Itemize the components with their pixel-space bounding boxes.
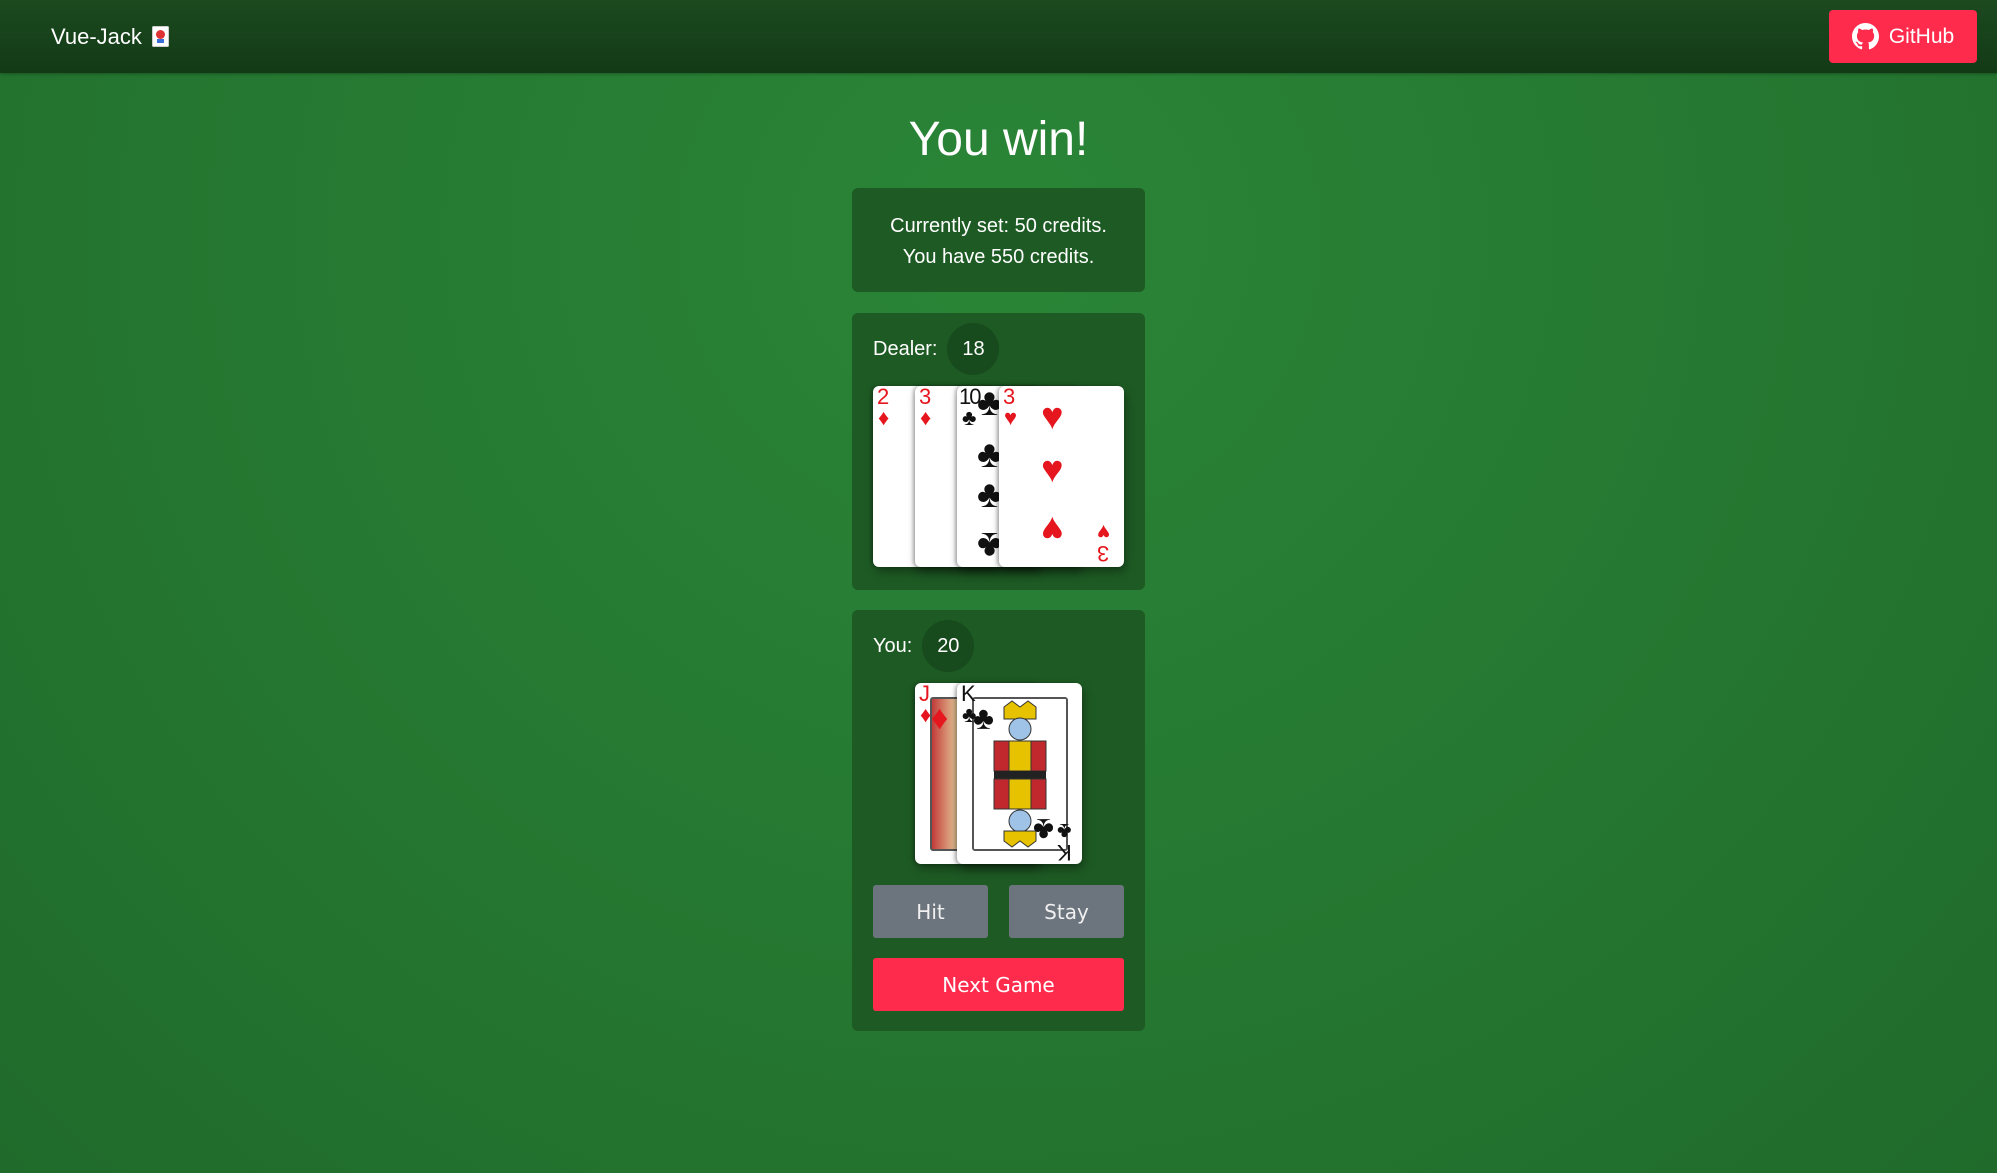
navbar: Vue-Jack GitHub bbox=[0, 0, 1997, 73]
card-rank: 3 bbox=[1097, 541, 1110, 566]
diamond-pip: ♦ bbox=[931, 699, 949, 737]
next-game-button[interactable]: Next Game bbox=[873, 958, 1124, 1011]
player-panel: You: 20 J ♦ ♦ K ♣ ♣ ♣ ♣ K Hit Stay Next … bbox=[852, 610, 1145, 1031]
heart-icon: ♥ bbox=[1097, 520, 1111, 545]
diamond-icon: ♦ bbox=[920, 702, 932, 727]
dealer-score: 18 bbox=[947, 323, 1000, 375]
heart-pip: ♥ bbox=[1041, 396, 1064, 438]
club-pip: ♣ bbox=[973, 700, 994, 736]
github-icon bbox=[1851, 23, 1879, 50]
player-label: You: bbox=[873, 634, 913, 657]
credit-balance-text: You have 550 credits. bbox=[902, 246, 1095, 268]
bet-amount-text: Currently set: 50 credits. bbox=[890, 215, 1107, 237]
heart-icon: ♥ bbox=[1004, 405, 1018, 430]
github-label: GitHub bbox=[1888, 24, 1955, 48]
hit-button[interactable]: Hit bbox=[873, 885, 988, 938]
dealer-label: Dealer: bbox=[873, 337, 938, 360]
stay-button[interactable]: Stay bbox=[1009, 885, 1124, 938]
player-header: You: 20 bbox=[873, 620, 975, 672]
result-title: You win! bbox=[908, 113, 1089, 166]
dealer-header: Dealer: 18 bbox=[873, 323, 1000, 375]
github-button[interactable]: GitHub bbox=[1829, 10, 1977, 63]
playing-card: K ♣ ♣ ♣ ♣ K bbox=[957, 683, 1082, 864]
diamond-icon: ♦ bbox=[920, 405, 932, 430]
brand-name[interactable]: Vue-Jack bbox=[51, 24, 142, 50]
player-hand: J ♦ ♦ K ♣ ♣ ♣ ♣ K bbox=[915, 683, 1082, 864]
dealer-hand: 2 ♦ 3 ♦ 10 ♣ ♣ ♣ ♣ ♣ 3 ♥ ♥ ♥ ♥ ♥ 3 bbox=[873, 386, 1124, 567]
heart-pip: ♥ bbox=[1041, 449, 1064, 491]
player-score: 20 bbox=[922, 620, 975, 672]
club-icon: ♣ bbox=[1057, 819, 1072, 844]
card-rank: K bbox=[1057, 840, 1072, 864]
club-pip: ♣ bbox=[1033, 812, 1054, 848]
credits-panel: Currently set: 50 credits. You have 550 … bbox=[852, 188, 1145, 292]
heart-pip: ♥ bbox=[1041, 508, 1064, 550]
diamond-icon: ♦ bbox=[878, 405, 890, 430]
brand[interactable]: Vue-Jack bbox=[51, 0, 169, 73]
joker-card-icon bbox=[151, 26, 169, 47]
playing-card: 3 ♥ ♥ ♥ ♥ ♥ 3 bbox=[999, 386, 1124, 567]
club-icon: ♣ bbox=[962, 405, 977, 430]
dealer-panel: Dealer: 18 2 ♦ 3 ♦ 10 ♣ ♣ ♣ ♣ ♣ 3 ♥ ♥ ♥ … bbox=[852, 313, 1145, 590]
